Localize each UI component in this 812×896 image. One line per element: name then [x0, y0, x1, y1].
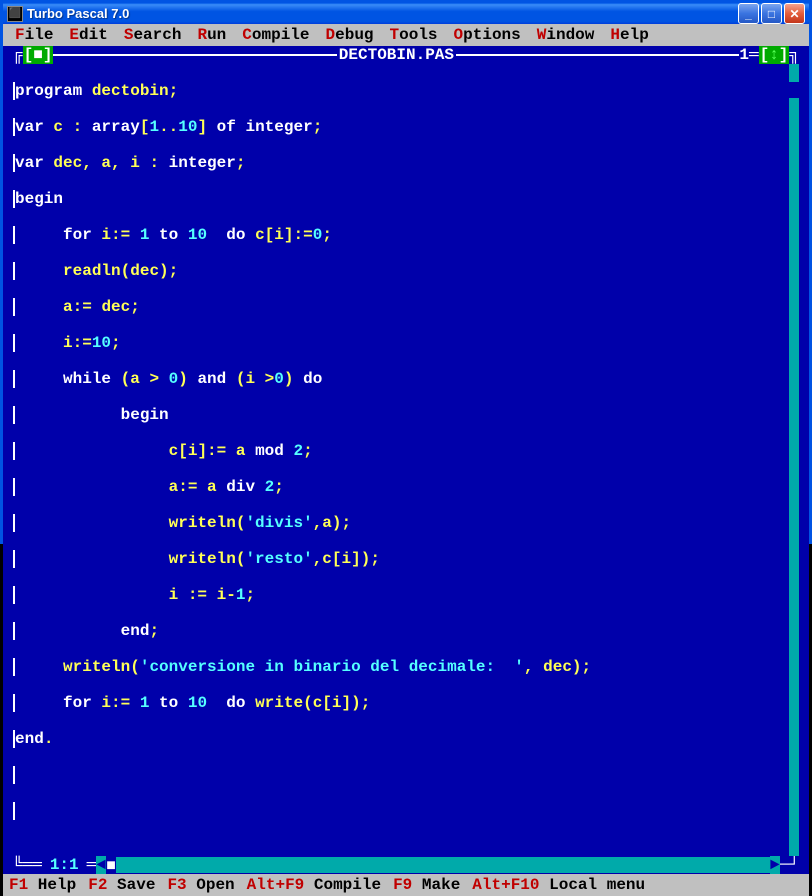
menu-window[interactable]: Window [529, 26, 603, 44]
window-title: Turbo Pascal 7.0 [27, 6, 738, 21]
statusbar: F1 Help F2 Save F3 Open Alt+F9 Compile F… [3, 874, 809, 896]
zoom-box-icon[interactable]: [↕] [759, 46, 790, 64]
hint-altf10[interactable]: Alt+F10 Local menu [472, 876, 645, 894]
window-number: 1 [739, 46, 749, 64]
scroll-right-icon[interactable]: ► [770, 856, 780, 874]
editor-frame-bottom: ╚══ 1:1 ═ ◄ ■ ► ─┘ [3, 856, 809, 874]
close-button[interactable]: ✕ [784, 3, 805, 24]
scroll-thumb-v[interactable] [789, 82, 799, 98]
hint-f9[interactable]: F9 Make [393, 876, 460, 894]
menu-help[interactable]: Help [602, 26, 656, 44]
editor-filename: DECTOBIN.PAS [337, 46, 456, 64]
scroll-down-icon[interactable] [789, 838, 799, 856]
vertical-scrollbar[interactable] [789, 64, 799, 856]
close-box-icon[interactable]: [■] [23, 46, 54, 64]
menu-file[interactable]: File [7, 26, 61, 44]
scroll-track-v[interactable] [789, 82, 799, 838]
cursor-position: 1:1 [42, 856, 87, 874]
scroll-up-icon[interactable] [789, 64, 799, 82]
scroll-left-icon[interactable]: ◄ [96, 856, 106, 874]
code-area[interactable]: program dectobin; var c : array[1..10] o… [3, 64, 809, 856]
menu-run[interactable]: Run [189, 26, 234, 44]
menu-options[interactable]: Options [446, 26, 529, 44]
minimize-button[interactable]: _ [738, 3, 759, 24]
editor-frame-top: ╔[■] DECTOBIN.PAS 1═[↕]╗ [3, 46, 809, 64]
horizontal-scrollbar[interactable]: ◄ ■ ► [96, 856, 780, 874]
hint-f3[interactable]: F3 Open [167, 876, 234, 894]
scroll-track-h[interactable]: ■ [106, 857, 770, 873]
scroll-thumb-h[interactable]: ■ [106, 857, 116, 873]
menu-edit[interactable]: Edit [61, 26, 115, 44]
app-window: ⬛ Turbo Pascal 7.0 _ □ ✕ File Edit Searc… [0, 0, 812, 544]
menu-debug[interactable]: Debug [318, 26, 382, 44]
hint-f1[interactable]: F1 Help [9, 876, 76, 894]
content-area: File Edit Search Run Compile Debug Tools… [3, 24, 809, 896]
titlebar[interactable]: ⬛ Turbo Pascal 7.0 _ □ ✕ [3, 3, 809, 24]
title-buttons: _ □ ✕ [738, 3, 805, 24]
editor[interactable]: ╔[■] DECTOBIN.PAS 1═[↕]╗ program dectobi… [3, 46, 809, 874]
menu-search[interactable]: Search [116, 26, 190, 44]
menu-compile[interactable]: Compile [234, 26, 317, 44]
menu-tools[interactable]: Tools [382, 26, 446, 44]
maximize-button[interactable]: □ [761, 3, 782, 24]
menubar: File Edit Search Run Compile Debug Tools… [3, 24, 809, 46]
hint-altf9[interactable]: Alt+F9 Compile [247, 876, 381, 894]
app-icon: ⬛ [7, 6, 23, 22]
hint-f2[interactable]: F2 Save [88, 876, 155, 894]
